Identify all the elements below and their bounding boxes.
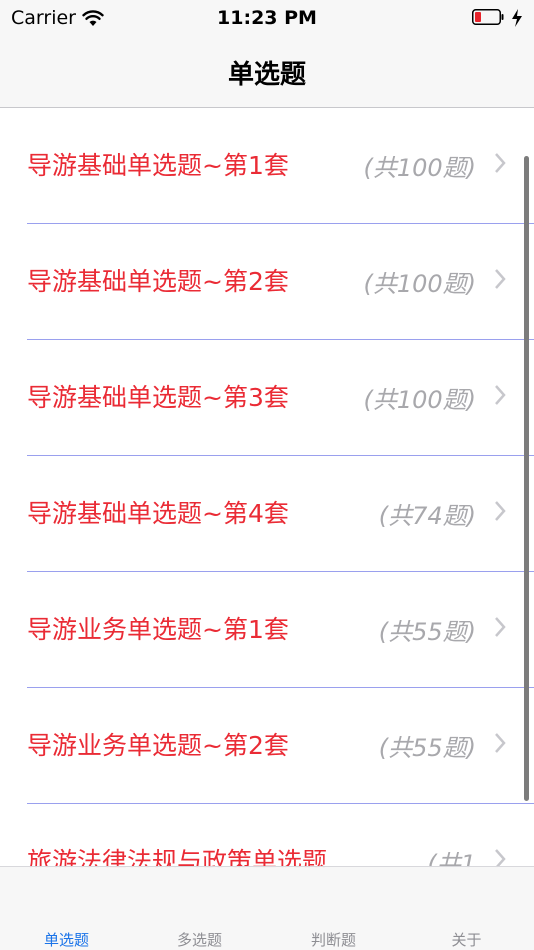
item-title: 导游基础单选题~第1套 bbox=[27, 151, 289, 180]
item-title: 导游业务单选题~第2套 bbox=[27, 731, 289, 760]
page-title: 单选题 bbox=[227, 60, 306, 90]
chevron-right-icon bbox=[495, 385, 506, 405]
navigation-bar: 单选题 bbox=[0, 40, 534, 108]
vertical-scrollbar[interactable] bbox=[524, 156, 529, 801]
list-item[interactable]: 导游基础单选题~第2套 (共100题) bbox=[27, 224, 534, 340]
chevron-right-icon bbox=[495, 269, 506, 289]
chevron-right-icon bbox=[495, 617, 506, 637]
chevron-right-icon bbox=[495, 733, 506, 753]
list-item[interactable]: 旅游法律法规与政策单选题 (共1 bbox=[27, 804, 534, 868]
chevron-right-icon bbox=[495, 501, 506, 521]
list-item[interactable]: 导游基础单选题~第3套 (共100题) bbox=[27, 340, 534, 456]
tab-true-false[interactable]: 判断题 bbox=[267, 929, 400, 950]
item-count: (共55题) bbox=[378, 734, 476, 762]
item-count: (共1 bbox=[427, 850, 476, 868]
question-set-list[interactable]: 导游基础单选题~第1套 (共100题) 导游基础单选题~第2套 (共100题) … bbox=[0, 108, 534, 868]
tab-multiple-choice[interactable]: 多选题 bbox=[133, 929, 266, 950]
item-count: (共100题) bbox=[363, 270, 476, 298]
item-title: 导游基础单选题~第4套 bbox=[27, 499, 289, 528]
chevron-right-icon bbox=[495, 153, 506, 173]
battery-icon bbox=[472, 9, 504, 25]
item-title: 导游基础单选题~第3套 bbox=[27, 383, 289, 412]
list-item[interactable]: 导游业务单选题~第1套 (共55题) bbox=[27, 572, 534, 688]
status-time: 11:23 PM bbox=[217, 7, 317, 29]
tab-single-choice[interactable]: 单选题 bbox=[0, 929, 133, 950]
item-count: (共74题) bbox=[378, 502, 476, 530]
tab-about[interactable]: 关于 bbox=[400, 929, 533, 950]
list-item[interactable]: 导游业务单选题~第2套 (共55题) bbox=[27, 688, 534, 804]
list-item[interactable]: 导游基础单选题~第4套 (共74题) bbox=[27, 456, 534, 572]
item-title: 导游业务单选题~第1套 bbox=[27, 615, 289, 644]
item-title: 旅游法律法规与政策单选题 bbox=[27, 847, 328, 868]
item-count: (共55题) bbox=[378, 618, 476, 646]
list-item[interactable]: 导游基础单选题~第1套 (共100题) bbox=[27, 108, 534, 224]
charging-bolt-icon bbox=[512, 9, 522, 27]
item-title: 导游基础单选题~第2套 bbox=[27, 267, 289, 296]
item-count: (共100题) bbox=[363, 386, 476, 414]
status-bar: Carrier 11:23 PM bbox=[0, 0, 534, 40]
chevron-right-icon bbox=[495, 849, 506, 868]
tab-bar: 单选题 多选题 判断题 关于 bbox=[0, 866, 534, 950]
item-count: (共100题) bbox=[363, 154, 476, 182]
